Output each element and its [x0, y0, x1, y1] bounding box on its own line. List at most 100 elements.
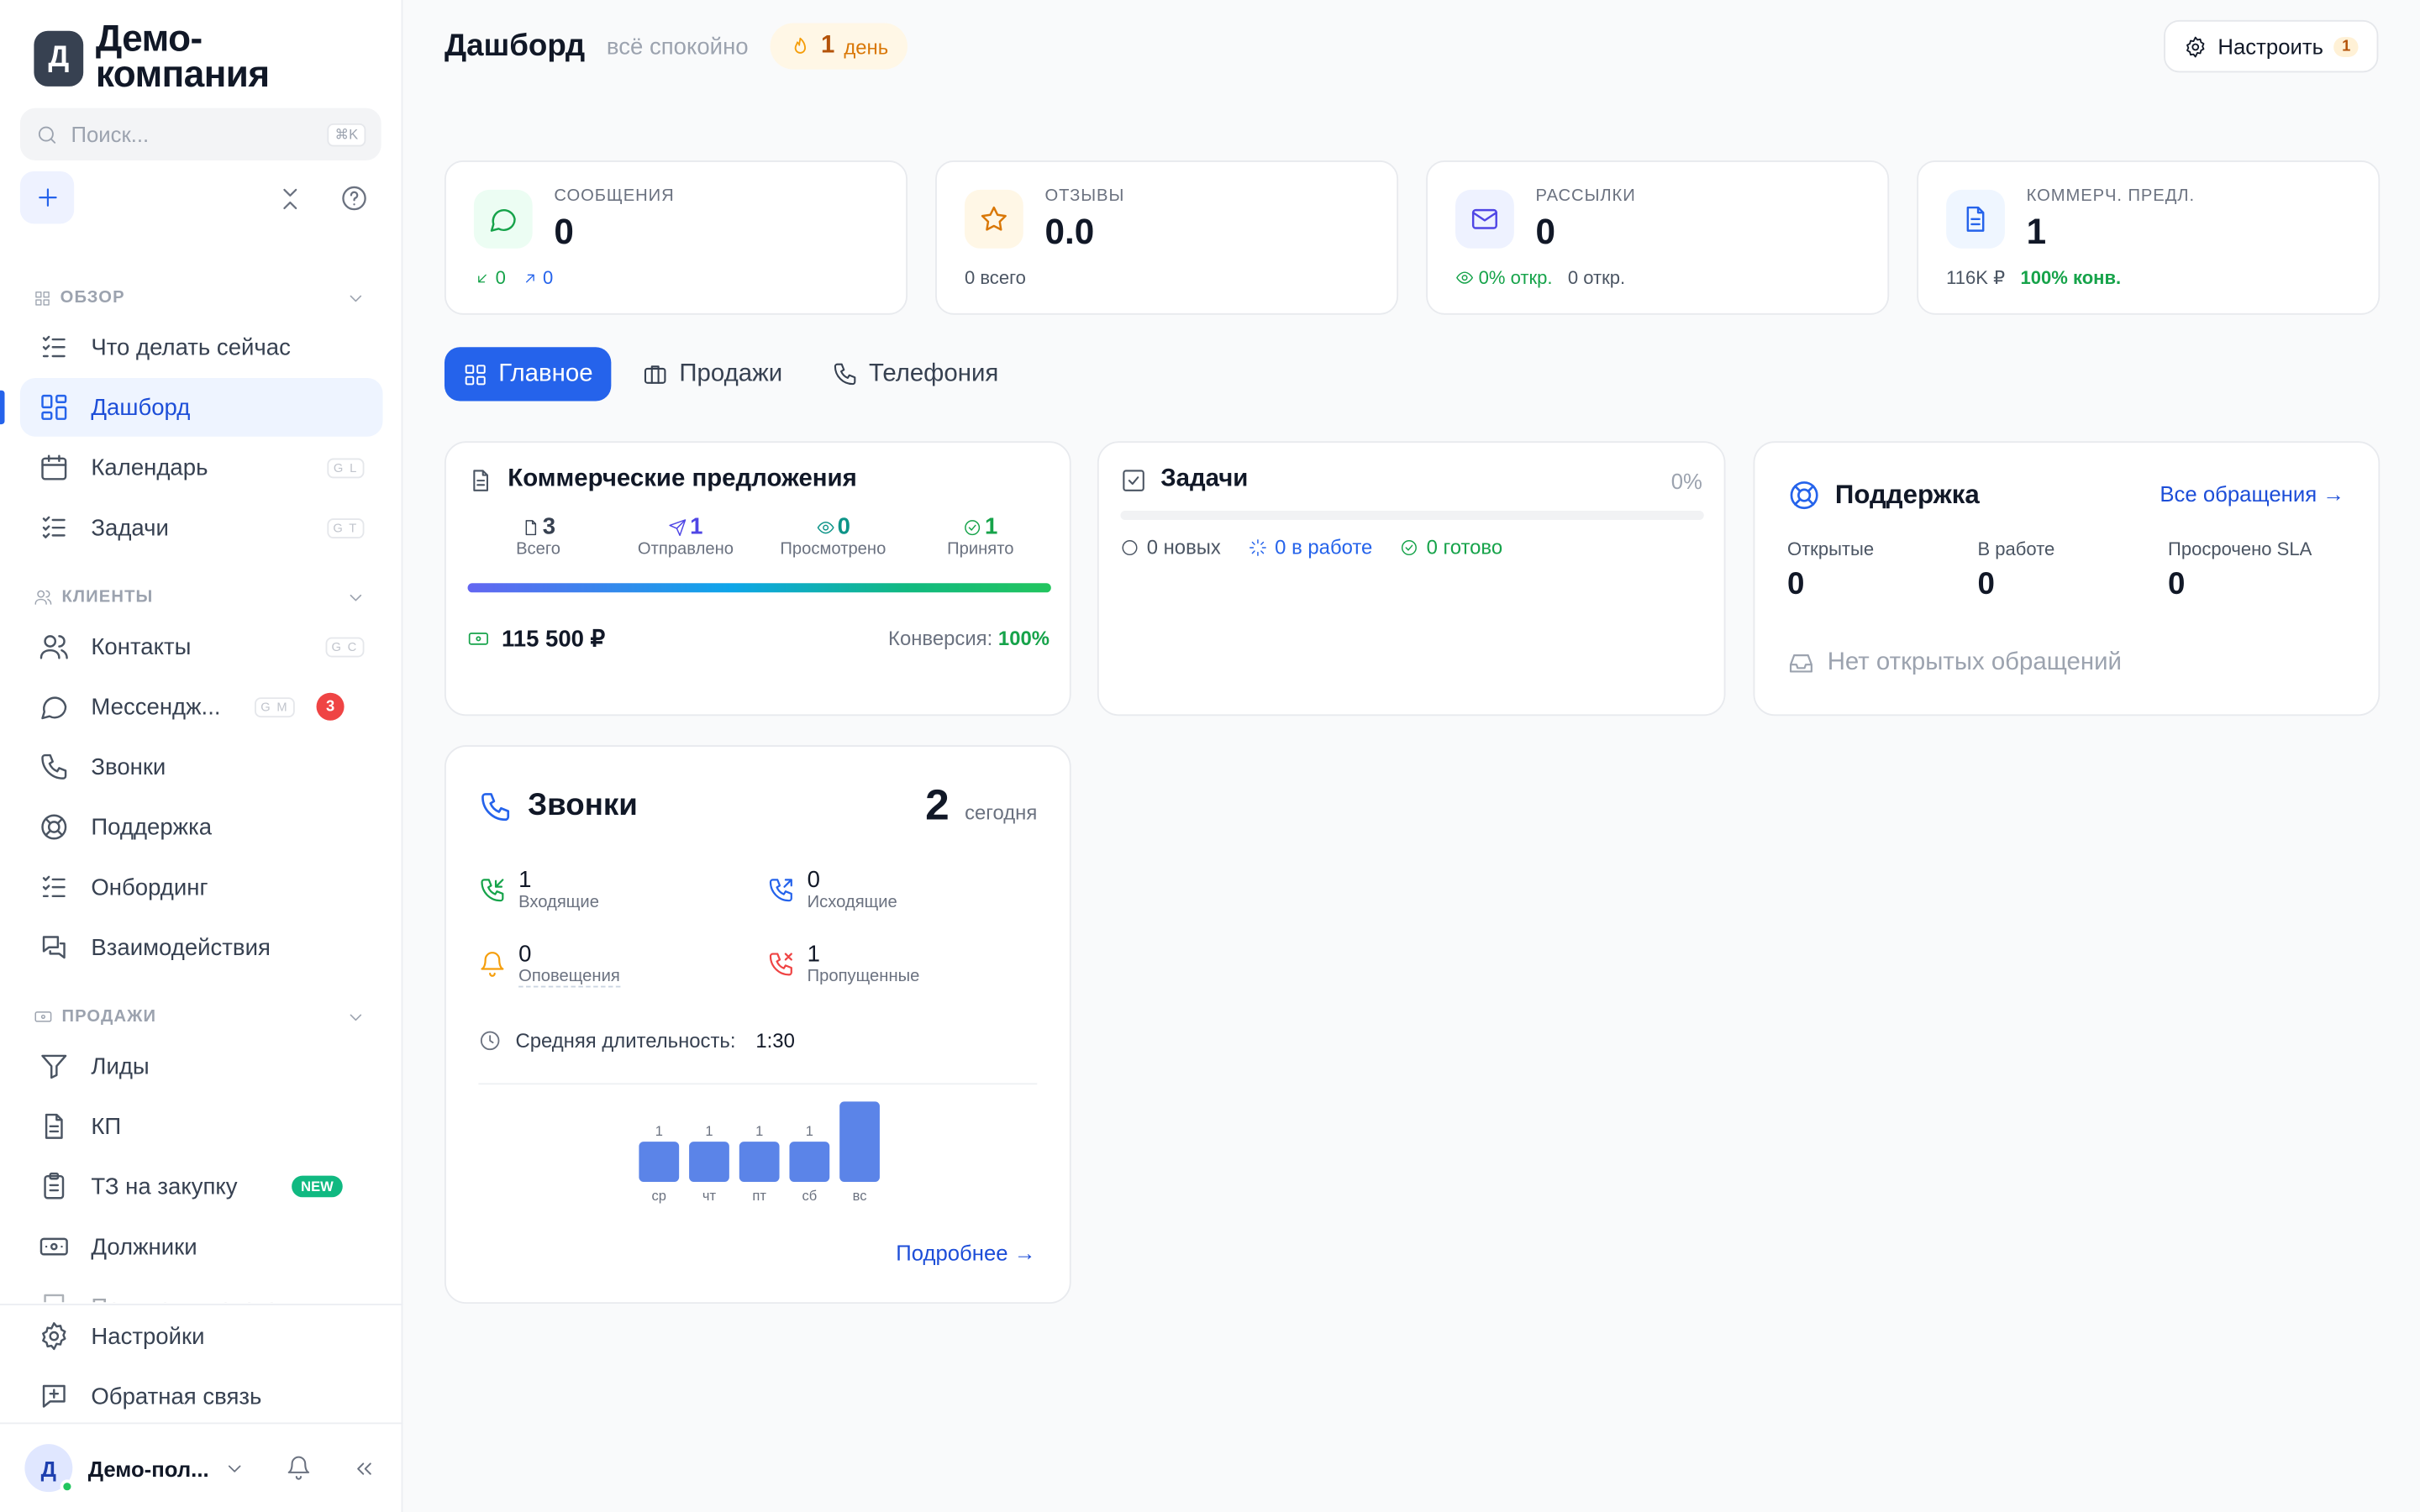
- calls-today-count: 2: [925, 780, 950, 829]
- calls-more-link[interactable]: Подробнее →: [896, 1241, 1035, 1265]
- stat-card-reviews[interactable]: ОТЗЫВЫ 0.0 0 всего: [935, 160, 1399, 315]
- sidebar-item-label: Лиды: [91, 1053, 150, 1079]
- sidebar-item-label: Контакты: [91, 633, 192, 660]
- sidebar-item-calendar[interactable]: Календарь G L: [20, 438, 383, 497]
- help-icon[interactable]: [339, 184, 369, 213]
- sidebar-item-contacts[interactable]: Контакты G C: [20, 617, 383, 676]
- all-tickets-link[interactable]: Все обращения →: [2160, 481, 2344, 506]
- tasks-icon: [42, 516, 66, 538]
- support-stat-open: Открытые 0: [1786, 538, 1875, 602]
- document-icon: [524, 519, 536, 535]
- user-menu[interactable]: Д Демо-пол...: [0, 1422, 403, 1512]
- chart-tick-label: ср: [652, 1188, 666, 1204]
- sidebar-item-label: Мессендж...: [91, 693, 221, 720]
- sidebar-item-messengers[interactable]: Мессендж... G M 3: [20, 677, 383, 736]
- sidebar-item-kp[interactable]: КП: [20, 1097, 383, 1156]
- grid-icon: [465, 364, 486, 385]
- phone-icon: [481, 792, 510, 821]
- sidebar-item-debtors[interactable]: Должники: [20, 1217, 383, 1276]
- streak-unit: день: [844, 34, 889, 58]
- stat-footer: 0% откр. 0 откр.: [1455, 266, 1626, 289]
- brand[interactable]: Д Демо-компания: [34, 21, 358, 93]
- search-input[interactable]: Поиск... ⌘K: [19, 108, 381, 161]
- sidebar-item-label: ТЗ на закупку: [91, 1173, 238, 1200]
- calls-incoming[interactable]: 1 Входящие: [478, 867, 599, 912]
- stat-card-mailings[interactable]: РАССЫЛКИ 0 0% откр. 0 откр.: [1426, 160, 1890, 315]
- proposals-card[interactable]: Коммерческие предложения 3 Всего 1 Отпра…: [444, 441, 1071, 717]
- card-header: Коммерческие предложения: [468, 466, 857, 494]
- streak-badge[interactable]: 1 день: [770, 23, 908, 70]
- incoming-count: 0: [474, 267, 506, 288]
- tasks-new[interactable]: 0 новых: [1120, 535, 1221, 559]
- stat-card-proposals[interactable]: КОММЕРЧ. ПРЕДЛ. 1 116K ₽ 100% конв.: [1917, 160, 2381, 315]
- sidebar-item-interactions[interactable]: Взаимодействия: [20, 918, 383, 977]
- tab-label: Главное: [498, 360, 593, 387]
- chevron-down-icon: [350, 1013, 362, 1021]
- sidebar-item-support[interactable]: Поддержка: [20, 798, 383, 857]
- sidebar-item-calls[interactable]: Звонки: [20, 738, 383, 796]
- main-content: Дашборд всё спокойно 1 день Настроить 1 …: [404, 0, 2420, 1512]
- chat-icon: [41, 696, 67, 720]
- calls-alerts[interactable]: 0 Оповещения: [478, 941, 620, 988]
- tab-sales[interactable]: Продажи: [623, 347, 801, 401]
- sidebar-item-todo-now[interactable]: Что делать сейчас: [20, 318, 383, 376]
- support-stats: Открытые 0 В работе 0 Просрочено SLA 0: [1787, 538, 2359, 603]
- tasks-done[interactable]: 0 готово: [1400, 535, 1502, 559]
- calls-outgoing[interactable]: 0 Исходящие: [767, 867, 897, 912]
- calls-avg-duration: Средняя длительность: 1:30: [478, 1029, 795, 1053]
- circle-icon: [1122, 539, 1138, 555]
- stat-footer: 0 всего: [965, 267, 1026, 289]
- sidebar-item-onboarding[interactable]: Онбординг: [20, 858, 383, 916]
- calls-missed[interactable]: 1 Пропущенные: [767, 941, 919, 986]
- arrow-up-right-icon: [525, 273, 534, 282]
- stat-icon-box: [964, 189, 1023, 249]
- tasks-card[interactable]: Задачи 0% 0 новых 0 в работе 0 готово: [1097, 441, 1726, 717]
- sidebar-item-subscriptions[interactable]: Подписки и счета: [20, 1278, 383, 1303]
- sidebar-nav: ОБЗОР Что делать сейчас Дашборд Календар…: [0, 260, 402, 1303]
- opens-count: 0 откр.: [1567, 266, 1626, 289]
- calls-card[interactable]: Звонки 2 сегодня 1 Входящие 0 Исходящие 0О…: [444, 745, 1071, 1305]
- list-check-icon: [42, 875, 66, 898]
- chevron-down-icon[interactable]: [224, 1457, 246, 1479]
- banknote-icon: [39, 1237, 68, 1256]
- sidebar-item-dashboard[interactable]: Дашборд: [0, 378, 383, 437]
- configure-count-badge: 1: [2333, 36, 2359, 57]
- stat-value: 0.0: [1044, 211, 1095, 252]
- check-circle-icon: [965, 519, 981, 535]
- tasks-in-work[interactable]: 0 в работе: [1249, 535, 1372, 559]
- card-header: Поддержка: [1787, 478, 1980, 512]
- collapse-sidebar-icon[interactable]: [352, 1456, 376, 1480]
- sidebar-item-feedback[interactable]: Обратная связь: [20, 1367, 383, 1425]
- page-title: Дашборд: [444, 28, 586, 63]
- proposal-stat-viewed: 0 Просмотрено: [780, 513, 886, 559]
- plus-icon: [38, 188, 56, 207]
- tab-main[interactable]: Главное: [444, 347, 612, 402]
- sidebar-item-leads[interactable]: Лиды: [20, 1037, 383, 1095]
- sidebar-item-settings[interactable]: Настройки: [20, 1307, 383, 1366]
- proposals-conversion: Конверсия: 100%: [888, 626, 1050, 650]
- collapse-all-icon[interactable]: [276, 185, 304, 213]
- phone-outgoing-icon: [769, 879, 792, 902]
- support-card[interactable]: Поддержка Все обращения → Открытые 0 В ра…: [1753, 441, 2381, 717]
- section-header-overview[interactable]: ОБЗОР: [0, 260, 402, 318]
- lifebuoy-icon: [41, 814, 67, 840]
- open-rate: 0% откр.: [1455, 267, 1552, 288]
- keyboard-shortcut: G T: [327, 517, 365, 538]
- funnel-icon: [41, 1054, 67, 1079]
- sidebar-item-label: Дашборд: [91, 394, 191, 421]
- create-button[interactable]: [19, 171, 75, 224]
- configure-button[interactable]: Настроить 1: [2164, 19, 2379, 73]
- section-header-clients[interactable]: КЛИЕНТЫ: [0, 559, 402, 617]
- search-icon: [38, 125, 56, 143]
- card-header: Звонки: [478, 789, 638, 824]
- calendar-icon: [41, 454, 67, 480]
- section-header-sales[interactable]: ПРОДАЖИ: [0, 978, 402, 1037]
- sidebar-item-tasks[interactable]: Задачи G T: [20, 498, 383, 557]
- tab-telephony[interactable]: Телефония: [813, 347, 1017, 401]
- tasks-percent: 0%: [1670, 469, 1702, 494]
- bell-icon[interactable]: [286, 1455, 312, 1481]
- stat-card-messages[interactable]: СООБЩЕНИЯ 0 0 0: [444, 160, 908, 315]
- online-indicator: [60, 1479, 75, 1494]
- sidebar-item-purchase-specs[interactable]: ТЗ на закупку NEW: [20, 1158, 383, 1216]
- proposals-stats: 3 Всего 1 Отправлено 0 Просмотрено 1 При…: [465, 514, 1055, 559]
